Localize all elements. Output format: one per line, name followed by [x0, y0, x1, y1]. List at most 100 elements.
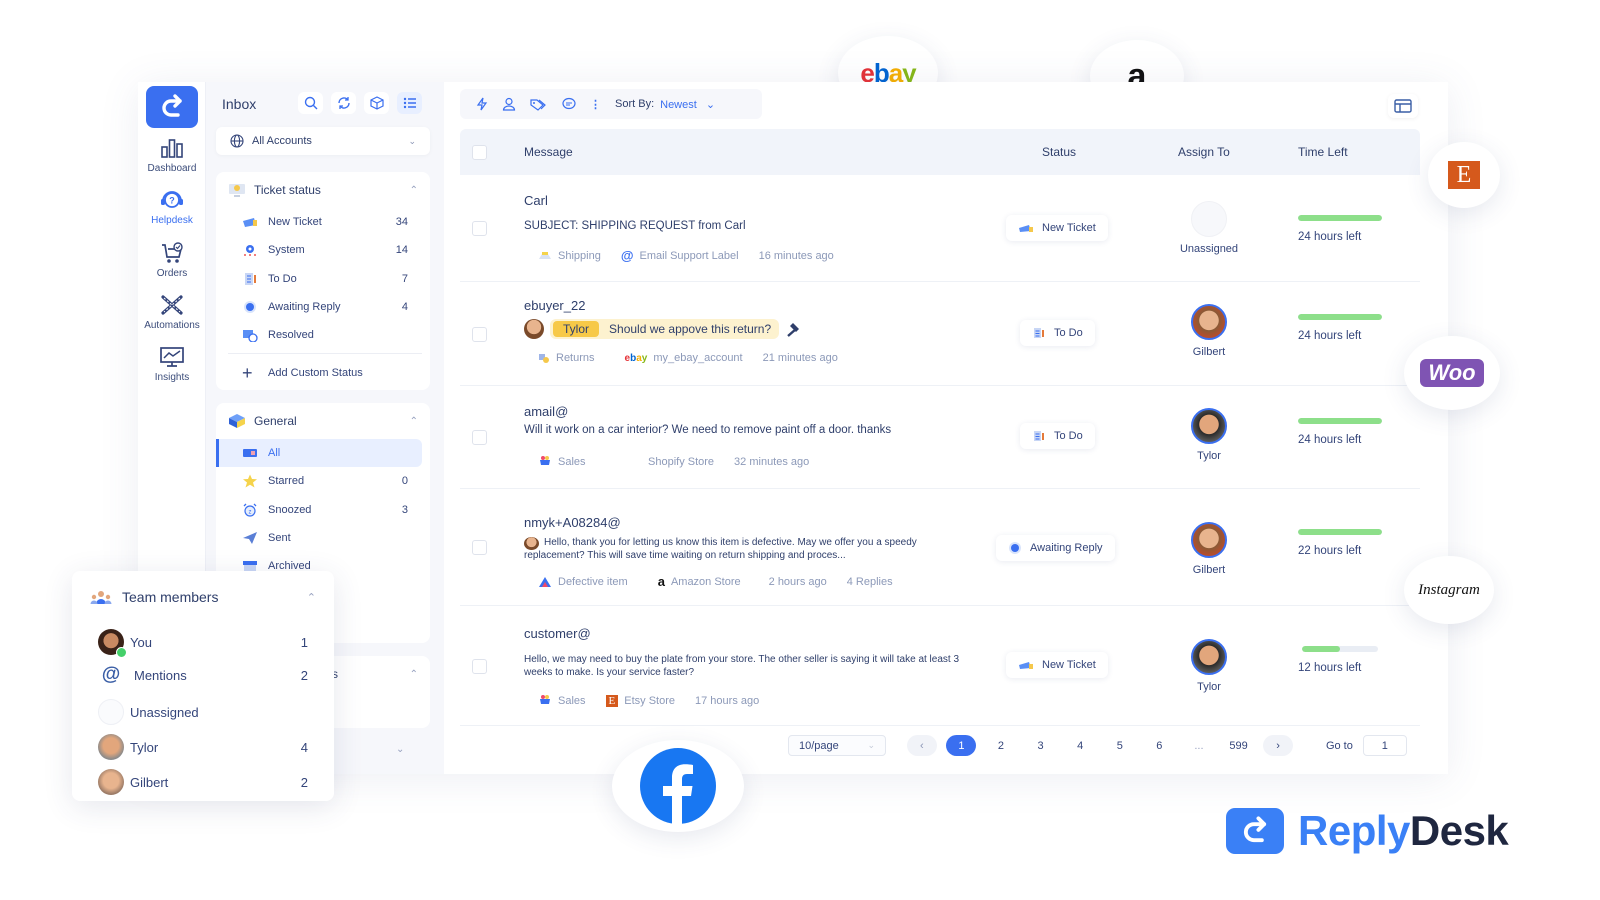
folder-starred[interactable]: Starred 0: [216, 467, 430, 495]
star-icon: [243, 474, 257, 488]
row-checkbox[interactable]: [472, 658, 487, 674]
refresh-button[interactable]: [331, 92, 356, 114]
page-button[interactable]: 3: [1026, 735, 1056, 756]
table-row[interactable]: nmyk+A08284@ Hello, thank you for lettin…: [460, 489, 1420, 606]
assignee[interactable]: Tylor: [1164, 408, 1254, 462]
team-members-header[interactable]: Team members ⌃: [90, 589, 316, 605]
team-item-gilbert[interactable]: Gilbert 2: [98, 769, 308, 795]
svg-text:?: ?: [169, 196, 175, 206]
brand-logo-icon: [1226, 808, 1284, 854]
team-item-unassigned[interactable]: Unassigned: [98, 699, 308, 725]
column-header-time-left[interactable]: Time Left: [1298, 145, 1348, 159]
prev-page-button[interactable]: ‹: [906, 735, 937, 756]
folder-sent[interactable]: Sent: [216, 524, 430, 552]
layout-toggle-button[interactable]: [1388, 94, 1418, 118]
assignee[interactable]: Tylor: [1164, 639, 1254, 693]
folder-count: 7: [401, 272, 408, 285]
column-header-status[interactable]: Status: [1042, 145, 1076, 159]
page-button[interactable]: 599: [1224, 735, 1254, 756]
table-row[interactable]: customer@ Hello, we may need to buy the …: [460, 606, 1420, 726]
meta-time: 17 hours ago: [695, 694, 760, 707]
rail-item-dashboard[interactable]: Dashboard: [138, 136, 206, 174]
table-row[interactable]: amail@ Will it work on a car interior? W…: [460, 386, 1420, 489]
folder-all[interactable]: All: [216, 439, 422, 468]
etsy-integration-bubble: E: [1428, 142, 1500, 208]
add-custom-status-button[interactable]: + Add Custom Status: [216, 358, 430, 386]
folder-count: 14: [395, 244, 408, 257]
message-preview: Hello, thank you for letting us know thi…: [524, 537, 917, 561]
team-item-you[interactable]: You 1: [98, 629, 308, 658]
woocommerce-logo: Woo: [1420, 359, 1484, 387]
row-checkbox[interactable]: [472, 430, 487, 445]
list-view-button[interactable]: [397, 92, 422, 114]
package-button[interactable]: [364, 92, 389, 114]
status-badge[interactable]: New Ticket: [1006, 215, 1108, 241]
folder-label: Starred: [268, 475, 305, 488]
folder-to-do[interactable]: To Do 7: [216, 265, 430, 293]
table-row[interactable]: Carl SUBJECT: SHIPPING REQUEST from Carl…: [460, 175, 1420, 282]
ebay-mini-logo: ebay: [624, 352, 648, 364]
message-preview: Will it work on a car interior? We need …: [524, 424, 892, 436]
rail-item-orders[interactable]: Orders: [138, 241, 206, 279]
page-button[interactable]: 5: [1105, 735, 1135, 756]
status-badge[interactable]: To Do: [1020, 423, 1095, 449]
assignee[interactable]: Unassigned: [1164, 201, 1254, 255]
ticket-icon: [243, 218, 257, 228]
team-item-count: 2: [300, 667, 308, 683]
user-icon[interactable]: [502, 97, 516, 111]
chevron-up-icon[interactable]: ⌃: [410, 669, 418, 680]
row-checkbox[interactable]: [472, 540, 487, 555]
folder-resolved[interactable]: Resolved: [216, 321, 430, 349]
ticket-status-header[interactable]: Ticket status ⌃: [216, 172, 430, 208]
page-button[interactable]: 6: [1144, 735, 1174, 756]
page-button[interactable]: 4: [1065, 735, 1095, 756]
chevron-up-icon[interactable]: ⌃: [307, 591, 316, 604]
page-size-select[interactable]: 10/page ⌄: [788, 735, 886, 756]
folder-new-ticket[interactable]: New Ticket 34: [216, 208, 430, 236]
package-icon: [369, 96, 384, 110]
more-options-icon[interactable]: ⋮: [590, 98, 601, 111]
accounts-label: All Accounts: [252, 135, 312, 147]
tylor-avatar: [98, 734, 124, 760]
svg-text:z: z: [249, 509, 252, 515]
rail-item-helpdesk[interactable]: ? Helpdesk: [138, 188, 206, 226]
column-header-assign[interactable]: Assign To: [1178, 145, 1230, 159]
rail-item-automations[interactable]: Automations: [138, 293, 206, 331]
page-button[interactable]: 2: [986, 735, 1016, 756]
chevron-up-icon[interactable]: ⌃: [410, 185, 418, 196]
app-logo[interactable]: [146, 86, 198, 128]
assignee[interactable]: Gilbert: [1164, 304, 1254, 358]
facebook-logo: [640, 748, 716, 825]
next-page-button[interactable]: ›: [1263, 735, 1294, 756]
assignee[interactable]: Gilbert: [1164, 522, 1254, 576]
status-badge[interactable]: To Do: [1020, 320, 1095, 346]
select-all-checkbox[interactable]: [472, 144, 487, 160]
page-button[interactable]: 1: [946, 735, 977, 756]
sort-dropdown[interactable]: Newest ⌄: [660, 98, 715, 111]
search-button[interactable]: [298, 92, 323, 114]
general-header[interactable]: General ⌃: [216, 403, 430, 439]
page-ellipsis: ...: [1194, 739, 1204, 752]
folder-snoozed[interactable]: z Snoozed 3: [216, 496, 430, 524]
instagram-logo: Instagram: [1418, 581, 1480, 598]
column-header-message[interactable]: Message: [524, 145, 573, 159]
status-badge[interactable]: New Ticket: [1006, 652, 1108, 678]
chevron-down-icon[interactable]: ⌄: [396, 744, 404, 755]
table-row[interactable]: ebuyer_22 Tylor Should we appove this re…: [460, 282, 1420, 386]
lightning-icon[interactable]: [476, 97, 488, 111]
chevron-up-icon[interactable]: ⌃: [410, 416, 418, 427]
tags-icon[interactable]: [530, 97, 548, 111]
team-item-tylor[interactable]: Tylor 4: [98, 734, 308, 760]
status-badge[interactable]: Awaiting Reply: [996, 535, 1115, 561]
row-checkbox[interactable]: [472, 326, 487, 342]
accounts-dropdown[interactable]: All Accounts ⌄: [216, 127, 430, 155]
rail-item-insights[interactable]: Insights: [138, 345, 206, 383]
row-checkbox[interactable]: [472, 221, 487, 236]
team-item-mentions[interactable]: @ Mentions 2: [98, 664, 308, 686]
comment-icon[interactable]: [562, 97, 576, 111]
goto-page-input[interactable]: 1: [1362, 735, 1407, 756]
folder-awaiting-reply[interactable]: Awaiting Reply 4: [216, 293, 430, 321]
folder-system[interactable]: System 14: [216, 236, 430, 264]
meta-channel: Email Support Label: [639, 249, 739, 262]
assignee-name: Tylor: [1197, 681, 1221, 693]
